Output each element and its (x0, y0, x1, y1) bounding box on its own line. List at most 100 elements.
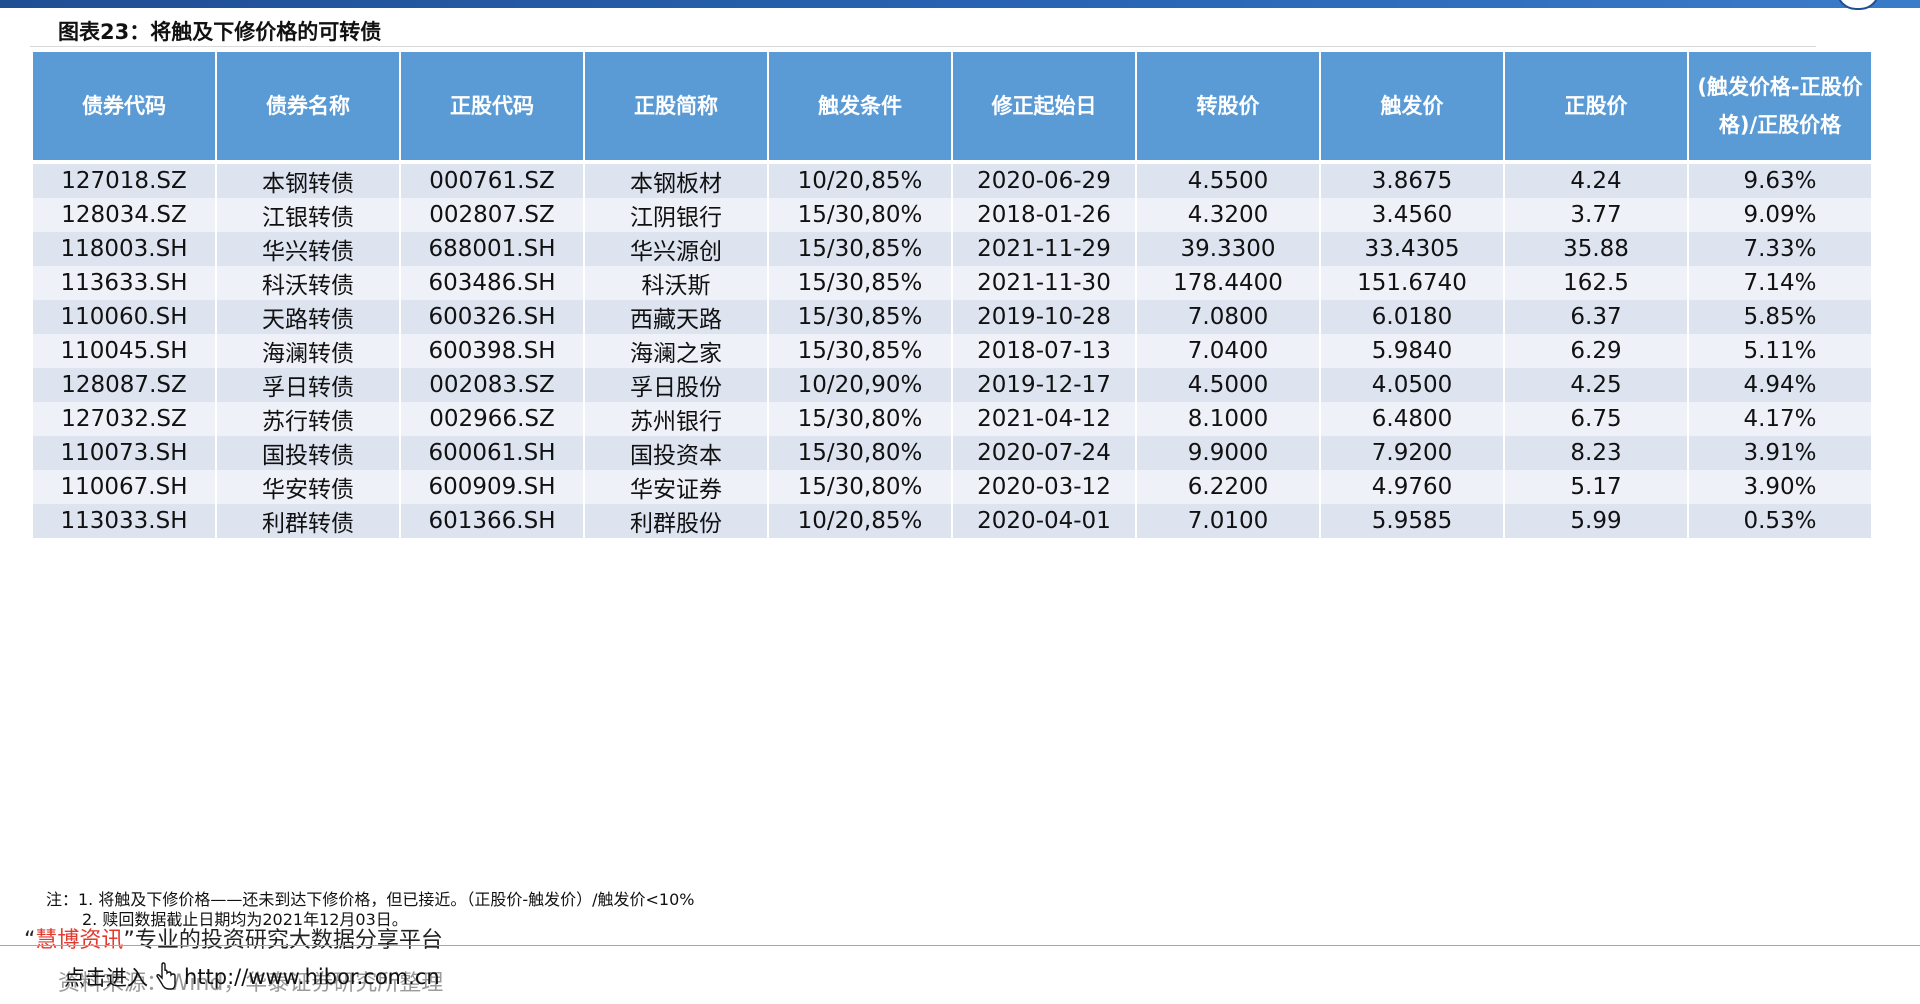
cell-trigger-price: 3.8675 (1321, 164, 1503, 198)
cell-stock-price: 4.24 (1505, 164, 1687, 198)
cell-trigger-condition: 15/30,80% (769, 402, 951, 436)
cell-stock-price: 4.25 (1505, 368, 1687, 402)
cell-trigger-condition: 15/30,85% (769, 266, 951, 300)
top-banner-bar (0, 0, 1920, 8)
header-gap-ratio: (触发价格-正股价格)/正股价格 (1689, 52, 1871, 164)
cell-conversion-price: 6.2200 (1137, 470, 1319, 504)
header-revision-start-date: 修正起始日 (953, 52, 1135, 164)
convertible-bond-table: 债券代码 债券名称 正股代码 正股简称 触发条件 修正起始日 转股价 触发价 正… (31, 52, 1873, 538)
cell-stock-name: 本钢板材 (585, 164, 767, 198)
cell-stock-name: 华兴源创 (585, 232, 767, 266)
cell-gap-ratio: 5.11% (1689, 334, 1871, 368)
table-row: 113033.SH 利群转债 601366.SH 利群股份 10/20,85% 2020-… (33, 504, 1871, 538)
cell-stock-name: 科沃斯 (585, 266, 767, 300)
cell-stock-code: 601366.SH (401, 504, 583, 538)
cell-bond-code: 110060.SH (33, 300, 215, 334)
table-row: 127032.SZ 苏行转债 002966.SZ 苏州银行 15/30,80% 2021-… (33, 402, 1871, 436)
cell-stock-name: 西藏天路 (585, 300, 767, 334)
header-bond-name: 债券名称 (217, 52, 399, 164)
cell-conversion-price: 9.9000 (1137, 436, 1319, 470)
table-row: 110045.SH 海澜转债 600398.SH 海澜之家 15/30,85% 2018-… (33, 334, 1871, 368)
cell-stock-code: 002083.SZ (401, 368, 583, 402)
brand-name: 慧博资讯 (35, 928, 124, 953)
cell-trigger-price: 151.6740 (1321, 266, 1503, 300)
cell-stock-code: 002966.SZ (401, 402, 583, 436)
cell-bond-code: 113033.SH (33, 504, 215, 538)
cell-stock-name: 国投资本 (585, 436, 767, 470)
cell-bond-code: 127018.SZ (33, 164, 215, 198)
cell-trigger-price: 6.4800 (1321, 402, 1503, 436)
cell-revision-start-date: 2021-11-29 (953, 232, 1135, 266)
cell-revision-start-date: 2021-11-30 (953, 266, 1135, 300)
cell-trigger-condition: 10/20,90% (769, 368, 951, 402)
cell-conversion-price: 8.1000 (1137, 402, 1319, 436)
cell-stock-code: 600061.SH (401, 436, 583, 470)
cell-conversion-price: 4.5500 (1137, 164, 1319, 198)
cell-stock-price: 3.77 (1505, 198, 1687, 232)
header-stock-price: 正股价 (1505, 52, 1687, 164)
table-row: 127018.SZ 本钢转债 000761.SZ 本钢板材 10/20,85% 2020-… (33, 164, 1871, 198)
cell-revision-start-date: 2019-12-17 (953, 368, 1135, 402)
cell-stock-name: 苏州银行 (585, 402, 767, 436)
cell-bond-name: 天路转债 (217, 300, 399, 334)
cell-trigger-price: 4.9760 (1321, 470, 1503, 504)
cell-stock-code: 600398.SH (401, 334, 583, 368)
cell-gap-ratio: 9.09% (1689, 198, 1871, 232)
cell-conversion-price: 7.0100 (1137, 504, 1319, 538)
link-url[interactable]: http://www.hibor.com.cn (184, 965, 440, 989)
cell-trigger-condition: 15/30,85% (769, 232, 951, 266)
slogan-close-quote: ” (123, 928, 135, 953)
cell-stock-code: 688001.SH (401, 232, 583, 266)
cell-gap-ratio: 4.17% (1689, 402, 1871, 436)
cell-stock-price: 5.17 (1505, 470, 1687, 504)
cell-bond-name: 孚日转债 (217, 368, 399, 402)
cell-gap-ratio: 7.33% (1689, 232, 1871, 266)
cell-stock-name: 华安证券 (585, 470, 767, 504)
hibor-slogan: “慧博资讯”专业的投资研究大数据分享平台 (24, 922, 443, 954)
cell-stock-name: 江阴银行 (585, 198, 767, 232)
cell-bond-name: 利群转债 (217, 504, 399, 538)
link-label[interactable]: 点击进入 (64, 962, 148, 992)
cell-trigger-condition: 10/20,85% (769, 164, 951, 198)
cell-trigger-condition: 15/30,85% (769, 334, 951, 368)
cell-stock-price: 5.99 (1505, 504, 1687, 538)
hibor-link[interactable]: 点击进入 http://www.hibor.com.cn (64, 962, 440, 992)
cell-conversion-price: 178.4400 (1137, 266, 1319, 300)
footer-divider (0, 945, 1920, 946)
cell-bond-name: 国投转债 (217, 436, 399, 470)
cell-gap-ratio: 0.53% (1689, 504, 1871, 538)
cell-trigger-price: 33.4305 (1321, 232, 1503, 266)
slogan-text: 专业的投资研究大数据分享平台 (134, 928, 443, 953)
cell-trigger-price: 5.9840 (1321, 334, 1503, 368)
cell-trigger-condition: 15/30,80% (769, 436, 951, 470)
cell-bond-name: 苏行转债 (217, 402, 399, 436)
header-trigger-condition: 触发条件 (769, 52, 951, 164)
cell-revision-start-date: 2020-06-29 (953, 164, 1135, 198)
cell-trigger-price: 6.0180 (1321, 300, 1503, 334)
cell-stock-price: 8.23 (1505, 436, 1687, 470)
cell-bond-code: 110067.SH (33, 470, 215, 504)
cell-stock-price: 6.37 (1505, 300, 1687, 334)
cell-stock-code: 002807.SZ (401, 198, 583, 232)
cell-bond-name: 本钢转债 (217, 164, 399, 198)
cell-gap-ratio: 4.94% (1689, 368, 1871, 402)
cell-stock-code: 000761.SZ (401, 164, 583, 198)
cell-conversion-price: 4.3200 (1137, 198, 1319, 232)
cell-gap-ratio: 5.85% (1689, 300, 1871, 334)
cell-trigger-condition: 15/30,85% (769, 300, 951, 334)
cell-gap-ratio: 3.91% (1689, 436, 1871, 470)
cell-bond-code: 113633.SH (33, 266, 215, 300)
cell-stock-code: 603486.SH (401, 266, 583, 300)
figure-title: 图表23：将触及下修价格的可转债 (58, 20, 382, 44)
cell-bond-code: 110073.SH (33, 436, 215, 470)
cell-conversion-price: 39.3300 (1137, 232, 1319, 266)
cell-bond-name: 江银转债 (217, 198, 399, 232)
hand-pointer-icon (154, 962, 178, 992)
cell-stock-name: 利群股份 (585, 504, 767, 538)
table-row: 110060.SH 天路转债 600326.SH 西藏天路 15/30,85% 2019-… (33, 300, 1871, 334)
cell-trigger-condition: 15/30,80% (769, 198, 951, 232)
cell-gap-ratio: 3.90% (1689, 470, 1871, 504)
cell-stock-code: 600326.SH (401, 300, 583, 334)
table-header-row: 债券代码 债券名称 正股代码 正股简称 触发条件 修正起始日 转股价 触发价 正… (33, 52, 1871, 164)
cell-bond-name: 海澜转债 (217, 334, 399, 368)
